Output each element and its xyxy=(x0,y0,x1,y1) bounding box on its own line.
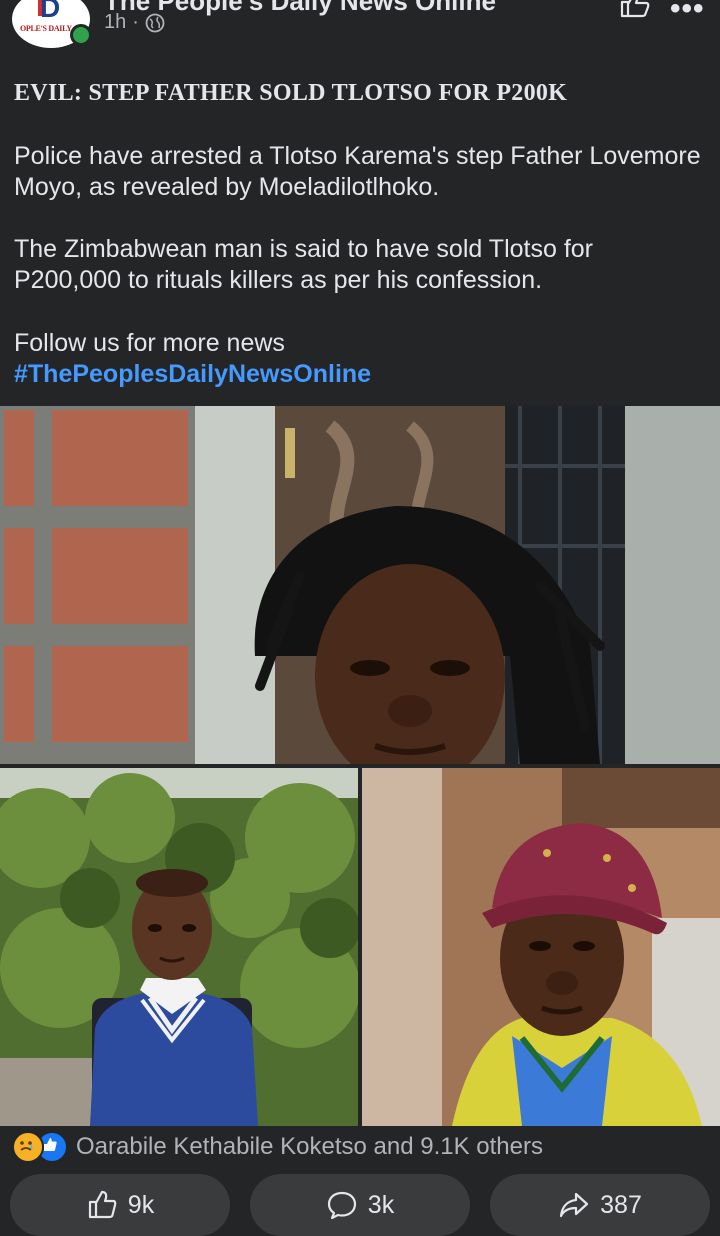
post-paragraph-2: The Zimbabwean man is said to have sold … xyxy=(14,235,593,294)
post-paragraph-1: Police have arrested a Tlotso Karema's s… xyxy=(14,142,701,201)
post-paragraph-3: Follow us for more news #ThePeoplesDaily… xyxy=(14,328,704,390)
hashtag-link[interactable]: #ThePeoplesDailyNewsOnline xyxy=(14,359,704,390)
photo-child-in-uniform[interactable] xyxy=(0,768,358,1126)
photo-man-in-hat[interactable] xyxy=(362,768,720,1126)
post-headline: EVIL: STEP FATHER SOLD TLOTSO FOR P200K xyxy=(14,80,568,106)
reactions-text: Oarabile Kethabile Koketso and 9.1K othe… xyxy=(76,1133,543,1160)
online-status-dot xyxy=(70,24,92,46)
photo-child-illustration xyxy=(0,768,358,1126)
action-bar: 9k 3k 387 xyxy=(0,1170,720,1236)
like-button[interactable]: 9k xyxy=(10,1174,230,1236)
reactions-summary[interactable]: Oarabile Kethabile Koketso and 9.1K othe… xyxy=(12,1131,543,1163)
meta-dot: · xyxy=(132,11,139,33)
photo-man-in-hat-illustration xyxy=(362,768,720,1126)
share-icon xyxy=(560,1192,589,1218)
post-header: D OPLE'S DAILY The People's Daily News O… xyxy=(0,0,720,60)
comment-count: 3k xyxy=(367,1190,395,1219)
photo-man-at-door-illustration xyxy=(0,406,720,764)
logo-letter: D xyxy=(40,0,61,23)
post-time[interactable]: 1h xyxy=(104,11,126,34)
post-meta: 1h · xyxy=(104,11,165,34)
globe-icon xyxy=(145,13,165,32)
sad-icon xyxy=(12,1131,44,1163)
photo-man-at-door[interactable] xyxy=(0,406,720,764)
logo-text: OPLE'S DAILY xyxy=(20,24,72,33)
like-count: 9k xyxy=(127,1190,155,1219)
more-options-icon[interactable]: ••• xyxy=(670,0,705,26)
comment-icon xyxy=(327,1191,356,1220)
share-button[interactable]: 387 xyxy=(490,1174,710,1236)
header-like-icon[interactable] xyxy=(618,0,652,18)
share-count: 387 xyxy=(600,1190,642,1219)
comment-button[interactable]: 3k xyxy=(250,1174,470,1236)
follow-text: Follow us for more news xyxy=(14,329,285,357)
thumbs-up-icon xyxy=(88,1190,117,1219)
